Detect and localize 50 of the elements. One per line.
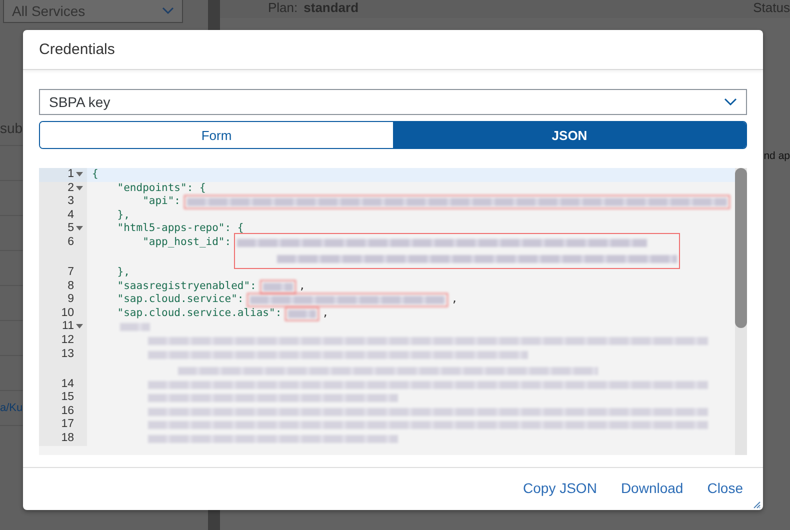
line-number: 13: [61, 348, 74, 362]
code-punctuation: ,: [321, 306, 329, 320]
line-number: 1: [68, 168, 74, 182]
line-number: 2: [68, 182, 74, 196]
line-number: 4: [68, 208, 74, 222]
line-number: 16: [61, 404, 74, 418]
chevron-down-icon: [162, 7, 174, 15]
code-text: "endpoints": {: [116, 182, 206, 196]
dropdown-value: SBPA key: [49, 94, 110, 110]
resize-grip-icon[interactable]: [753, 501, 761, 509]
line-number: 15: [61, 391, 74, 405]
fold-caret-icon[interactable]: [76, 172, 83, 177]
fold-caret-icon[interactable]: [76, 324, 83, 330]
line-number: 5: [68, 222, 74, 236]
code-text: "sap.cloud.service.alias":: [116, 306, 283, 320]
line-number: 8: [68, 280, 74, 294]
copy-json-button[interactable]: Copy JSON: [511, 476, 603, 500]
code-text: {: [92, 168, 98, 182]
code-text: },: [116, 266, 130, 280]
code-text: "saasregistryenabled":: [116, 280, 258, 294]
download-button[interactable]: Download: [608, 476, 690, 500]
line-number: 3: [68, 195, 74, 209]
scrollbar-thumb[interactable]: [735, 168, 747, 328]
description-text: nd ap: [764, 150, 790, 162]
close-button[interactable]: Close: [695, 476, 749, 500]
line-number: 11: [62, 320, 74, 334]
line-number: 7: [68, 266, 74, 280]
line-number: 18: [61, 432, 74, 446]
code-text: "app_host_id":: [142, 236, 232, 250]
code-text: "api":: [142, 195, 182, 209]
line-number: 12: [61, 334, 74, 348]
code-punctuation: ,: [298, 280, 306, 294]
line-number: 14: [61, 378, 74, 392]
line-number: 10: [61, 306, 74, 320]
key-select-dropdown[interactable]: SBPA key: [39, 89, 747, 115]
line-number: 6: [68, 236, 74, 250]
code-text: },: [116, 208, 130, 222]
code-text: "sap.cloud.service":: [116, 293, 245, 307]
code-text: "html5-apps-repo": {: [116, 222, 244, 236]
fold-caret-icon[interactable]: [76, 226, 83, 232]
scrollbar-track[interactable]: [735, 168, 747, 455]
dropdown-value: All Services: [12, 3, 86, 19]
view-tab[interactable]: JSON: [393, 122, 746, 148]
code-punctuation: ,: [450, 293, 458, 307]
json-editor[interactable]: 1 { 2 "endpoints": { 3 "api": 4 }, 5 "html5-apps-repo": { 6 "app_host_id": 7 }, 8 "saasregistryenabled": , 9 "sap.cloud.service": , 10 "sap.cloud.service.alias": , 11 12 13 14 15 16 17 18: [39, 168, 747, 455]
fold-caret-icon[interactable]: [76, 186, 83, 191]
line-number: 9: [68, 293, 74, 307]
line-number: 17: [61, 418, 74, 432]
chevron-down-icon: [724, 98, 737, 106]
dialog-title: Credentials: [39, 41, 115, 58]
